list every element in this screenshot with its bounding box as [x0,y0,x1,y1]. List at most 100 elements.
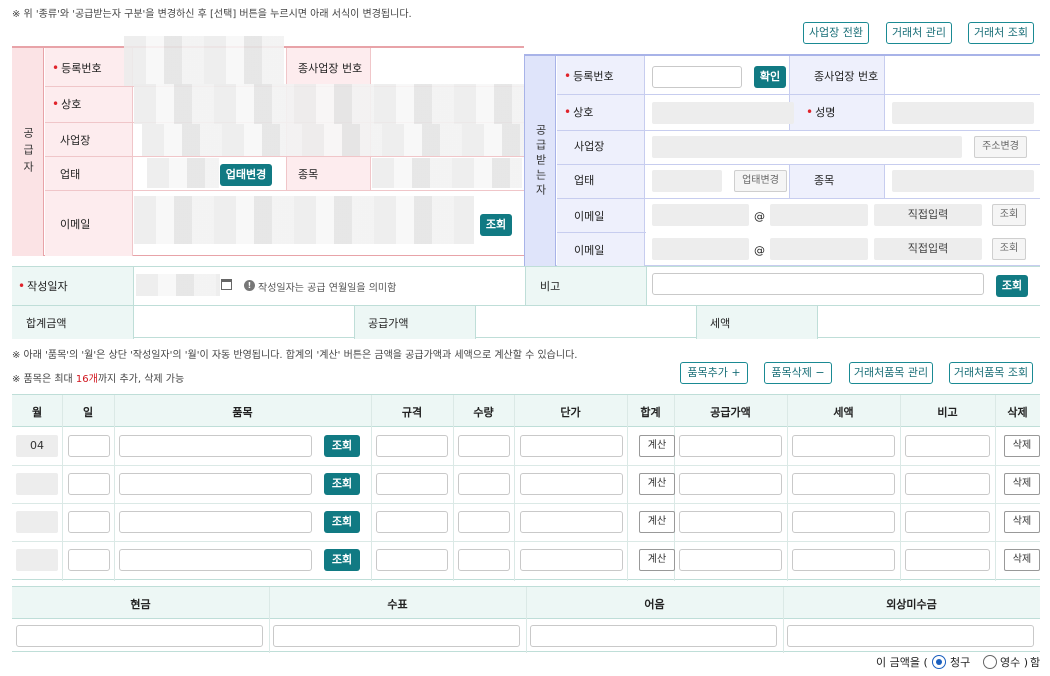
qty-input[interactable] [458,511,510,533]
tax-input[interactable] [792,473,895,495]
supplier-email-search-button[interactable]: 조회 [480,214,512,236]
receiver-email1-direct-select[interactable]: 직접입력 [874,204,982,226]
unit-price-input[interactable] [520,435,623,457]
table-row: 조회 계산 삭제 [12,541,1040,579]
info-icon: ! [244,280,255,291]
remark-cell-input[interactable] [905,511,990,533]
unit-price-input[interactable] [520,549,623,571]
calc-button[interactable]: 계산 [639,511,675,533]
col-supply: 공급가액 [710,406,751,419]
table-row: 조회 계산 삭제 [12,503,1040,541]
col-delete: 삭제 [1007,406,1028,419]
supplier-sub-biz-label: 종사업장 번호 [298,61,363,75]
receiver-email1-domain [770,204,868,226]
remark-input[interactable] [652,273,984,295]
qty-input[interactable] [458,549,510,571]
receiver-address-change-button[interactable]: 주소변경 [974,136,1027,158]
max-items-note: ※ 품목은 최대 16개까지 추가, 삭제 가능 [12,374,185,385]
supply-input[interactable] [679,549,782,571]
tax-input[interactable] [792,435,895,457]
calendar-icon[interactable] [221,279,232,290]
unit-price-input[interactable] [520,511,623,533]
receiver-ceo-label: 성명 [806,102,835,122]
item-search-button[interactable]: 조회 [324,435,360,457]
receiver-email2-direct-select[interactable]: 직접입력 [874,238,982,260]
receipt-radio[interactable] [983,655,997,669]
qty-input[interactable] [458,435,510,457]
item-name-input[interactable] [119,549,312,571]
client-search-button[interactable]: 거래처 조회 [968,22,1034,44]
supplier-name-label: 상호 [52,94,81,114]
calc-button[interactable]: 계산 [639,473,675,495]
footer-prefix: 이 금액을 ( [876,656,928,669]
spec-input[interactable] [376,549,448,571]
qty-input[interactable] [458,473,510,495]
receiver-confirm-button[interactable]: 확인 [754,66,786,88]
day-input[interactable] [68,511,110,533]
month-cell [16,511,58,533]
tax-input[interactable] [792,511,895,533]
note-input[interactable] [530,625,777,647]
cash-input[interactable] [16,625,263,647]
receivable-input[interactable] [787,625,1034,647]
receiver-name-label: 상호 [564,102,593,122]
client-items-manage-button[interactable]: 거래처품목 관리 [849,362,933,384]
day-input[interactable] [68,435,110,457]
unit-price-input[interactable] [520,473,623,495]
row-delete-button[interactable]: 삭제 [1004,549,1040,571]
col-remark: 비고 [937,406,958,419]
receiver-reg-no-input[interactable] [652,66,742,88]
client-manage-button[interactable]: 거래처 관리 [886,22,952,44]
col-month: 월 [31,406,43,419]
row-delete-button[interactable]: 삭제 [1004,511,1040,533]
top-note: ※ 위 '종류'와 '공급받는자 구분'을 변경하신 후 [선택] 버튼을 누르… [12,9,412,20]
item-name-input[interactable] [119,511,312,533]
item-name-input[interactable] [119,435,312,457]
receiver-email2-search-button[interactable]: 조회 [992,238,1026,260]
client-items-search-button[interactable]: 거래처품목 조회 [949,362,1033,384]
remark-search-button[interactable]: 조회 [996,275,1028,297]
row-delete-button[interactable]: 삭제 [1004,435,1040,457]
supplier-biz-place-label: 사업장 [60,134,91,147]
month-cell: 04 [16,435,58,457]
receiver-email1-search-button[interactable]: 조회 [992,204,1026,226]
item-search-button[interactable]: 조회 [324,473,360,495]
receipt-label: 영수 ) [1000,656,1029,669]
day-input[interactable] [68,473,110,495]
day-input[interactable] [68,549,110,571]
tax-amount-label: 세액 [710,317,731,330]
tax-input[interactable] [792,549,895,571]
spec-input[interactable] [376,435,448,457]
payment-table: 현금 수표 어음 외상미수금 [12,586,1040,653]
item-search-button[interactable]: 조회 [324,549,360,571]
calc-button[interactable]: 계산 [639,549,675,571]
delete-item-button[interactable]: 품목삭제 − [764,362,832,384]
remark-cell-input[interactable] [905,473,990,495]
supplier-item-label: 종목 [298,168,319,181]
supply-input[interactable] [679,473,782,495]
table-row: 04 조회 계산 삭제 [12,427,1040,465]
col-spec: 규격 [401,406,423,419]
spec-input[interactable] [376,511,448,533]
supplier-biz-type-label: 업태 [60,168,81,181]
row-delete-button[interactable]: 삭제 [1004,473,1040,495]
col-sum: 합계 [640,406,661,419]
receiver-change-type-button[interactable]: 업태변경 [734,170,787,192]
remark-cell-input[interactable] [905,435,990,457]
calc-button[interactable]: 계산 [639,435,675,457]
col-unit-price: 단가 [560,406,581,419]
supplier-change-type-button[interactable]: 업태변경 [220,164,272,186]
supply-input[interactable] [679,435,782,457]
date-label: 작성일자 [18,276,67,296]
remark-cell-input[interactable] [905,549,990,571]
supply-input[interactable] [679,511,782,533]
receiver-ceo-field [892,102,1034,124]
add-item-button[interactable]: 품목추가 + [680,362,748,384]
month-note: ※ 아래 '품목'의 '월'은 상단 '작성일자'의 '월'이 자동 반영됩니다… [12,350,578,361]
item-name-input[interactable] [119,473,312,495]
check-input[interactable] [273,625,520,647]
spec-input[interactable] [376,473,448,495]
switch-business-button[interactable]: 사업장 전환 [803,22,869,44]
claim-radio[interactable] [932,655,946,669]
item-search-button[interactable]: 조회 [324,511,360,533]
